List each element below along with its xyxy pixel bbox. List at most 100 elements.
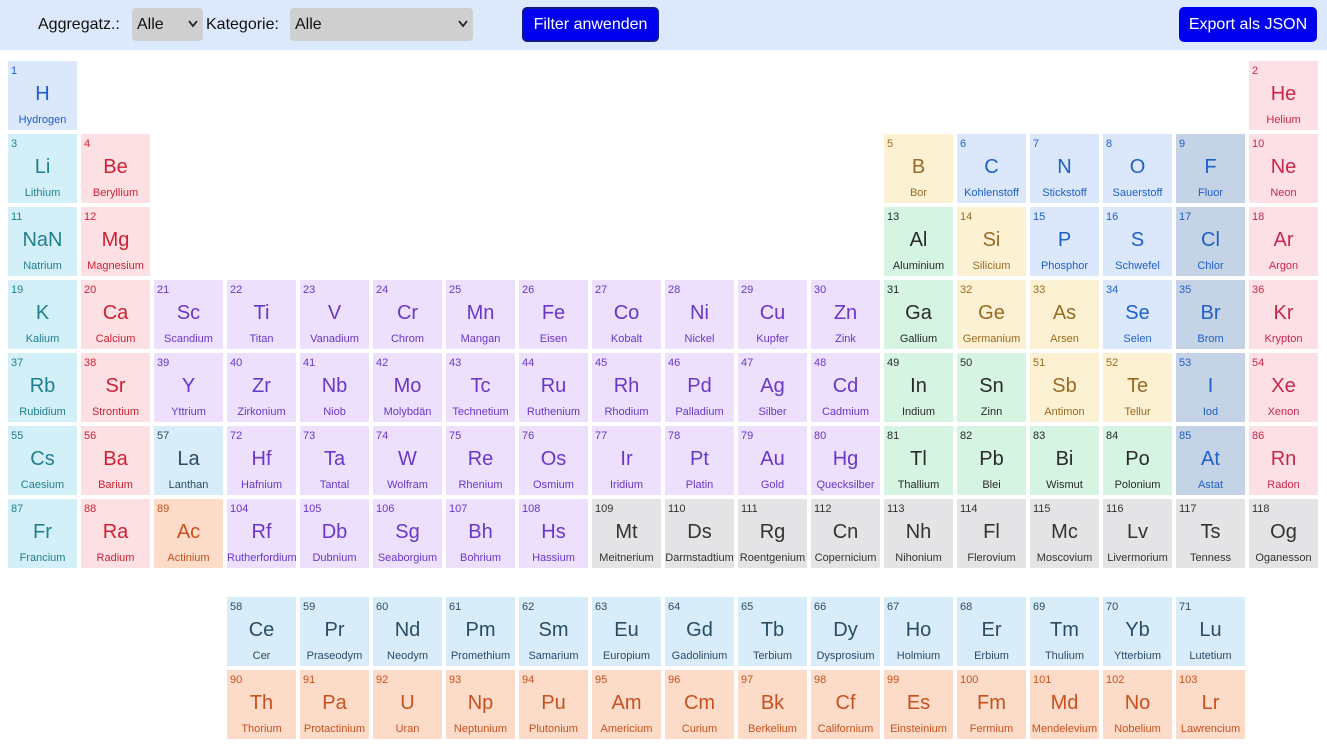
element-cell[interactable]: 74 W Wolfram xyxy=(373,426,442,495)
element-cell[interactable]: 4 Be Beryllium xyxy=(81,134,150,203)
element-cell[interactable]: 71 Lu Lutetium xyxy=(1176,597,1245,666)
element-cell[interactable]: 56 Ba Barium xyxy=(81,426,150,495)
element-cell[interactable]: 81 Tl Thallium xyxy=(884,426,953,495)
element-cell[interactable]: 58 Ce Cer xyxy=(227,597,296,666)
element-cell[interactable]: 83 Bi Wismut xyxy=(1030,426,1099,495)
element-cell[interactable]: 78 Pt Platin xyxy=(665,426,734,495)
element-cell[interactable]: 76 Os Osmium xyxy=(519,426,588,495)
element-cell[interactable]: 70 Yb Ytterbium xyxy=(1103,597,1172,666)
category-filter-select[interactable]: Alle xyxy=(290,8,473,41)
element-cell[interactable]: 109 Mt Meitnerium xyxy=(592,499,661,568)
element-cell[interactable]: 35 Br Brom xyxy=(1176,280,1245,349)
element-cell[interactable]: 69 Tm Thulium xyxy=(1030,597,1099,666)
element-cell[interactable]: 38 Sr Strontium xyxy=(81,353,150,422)
element-cell[interactable]: 100 Fm Fermium xyxy=(957,670,1026,739)
element-cell[interactable]: 12 Mg Magnesium xyxy=(81,207,150,276)
element-cell[interactable]: 68 Er Erbium xyxy=(957,597,1026,666)
element-cell[interactable]: 15 P Phosphor xyxy=(1030,207,1099,276)
element-cell[interactable]: 90 Th Thorium xyxy=(227,670,296,739)
element-cell[interactable]: 86 Rn Radon xyxy=(1249,426,1318,495)
element-cell[interactable]: 64 Gd Gadolinium xyxy=(665,597,734,666)
element-cell[interactable]: 103 Lr Lawrencium xyxy=(1176,670,1245,739)
element-cell[interactable]: 9 F Fluor xyxy=(1176,134,1245,203)
element-cell[interactable]: 98 Cf Californium xyxy=(811,670,880,739)
element-cell[interactable]: 22 Ti Titan xyxy=(227,280,296,349)
element-cell[interactable]: 57 La Lanthan xyxy=(154,426,223,495)
element-cell[interactable]: 43 Tc Technetium xyxy=(446,353,515,422)
element-cell[interactable]: 45 Rh Rhodium xyxy=(592,353,661,422)
element-cell[interactable]: 19 K Kalium xyxy=(8,280,77,349)
element-cell[interactable]: 95 Am Americium xyxy=(592,670,661,739)
element-cell[interactable]: 61 Pm Promethium xyxy=(446,597,515,666)
element-cell[interactable]: 111 Rg Roentgenium xyxy=(738,499,807,568)
element-cell[interactable]: 101 Md Mendelevium xyxy=(1030,670,1099,739)
element-cell[interactable]: 51 Sb Antimon xyxy=(1030,353,1099,422)
element-cell[interactable]: 66 Dy Dysprosium xyxy=(811,597,880,666)
element-cell[interactable]: 59 Pr Praseodym xyxy=(300,597,369,666)
element-cell[interactable]: 7 N Stickstoff xyxy=(1030,134,1099,203)
element-cell[interactable]: 31 Ga Gallium xyxy=(884,280,953,349)
element-cell[interactable]: 50 Sn Zinn xyxy=(957,353,1026,422)
export-json-button[interactable]: Export als JSON xyxy=(1179,7,1317,42)
element-cell[interactable]: 65 Tb Terbium xyxy=(738,597,807,666)
element-cell[interactable]: 92 U Uran xyxy=(373,670,442,739)
element-cell[interactable]: 96 Cm Curium xyxy=(665,670,734,739)
element-cell[interactable]: 75 Re Rhenium xyxy=(446,426,515,495)
state-filter-select[interactable]: Alle xyxy=(132,8,203,41)
element-cell[interactable]: 112 Cn Copernicium xyxy=(811,499,880,568)
element-cell[interactable]: 24 Cr Chrom xyxy=(373,280,442,349)
element-cell[interactable]: 105 Db Dubnium xyxy=(300,499,369,568)
element-cell[interactable]: 62 Sm Samarium xyxy=(519,597,588,666)
element-cell[interactable]: 99 Es Einsteinium xyxy=(884,670,953,739)
element-cell[interactable]: 63 Eu Europium xyxy=(592,597,661,666)
element-cell[interactable]: 93 Np Neptunium xyxy=(446,670,515,739)
element-cell[interactable]: 89 Ac Actinium xyxy=(154,499,223,568)
element-cell[interactable]: 73 Ta Tantal xyxy=(300,426,369,495)
element-cell[interactable]: 17 Cl Chlor xyxy=(1176,207,1245,276)
element-cell[interactable]: 104 Rf Rutherfordium xyxy=(227,499,296,568)
element-cell[interactable]: 3 Li Lithium xyxy=(8,134,77,203)
element-cell[interactable]: 13 Al Aluminium xyxy=(884,207,953,276)
element-cell[interactable]: 110 Ds Darmstadtium xyxy=(665,499,734,568)
element-cell[interactable]: 88 Ra Radium xyxy=(81,499,150,568)
element-cell[interactable]: 77 Ir Iridium xyxy=(592,426,661,495)
element-cell[interactable]: 40 Zr Zirkonium xyxy=(227,353,296,422)
element-cell[interactable]: 42 Mo Molybdän xyxy=(373,353,442,422)
element-cell[interactable]: 87 Fr Francium xyxy=(8,499,77,568)
element-cell[interactable]: 114 Fl Flerovium xyxy=(957,499,1026,568)
element-cell[interactable]: 14 Si Silicium xyxy=(957,207,1026,276)
element-cell[interactable]: 97 Bk Berkelium xyxy=(738,670,807,739)
element-cell[interactable]: 36 Kr Krypton xyxy=(1249,280,1318,349)
element-cell[interactable]: 79 Au Gold xyxy=(738,426,807,495)
element-cell[interactable]: 30 Zn Zink xyxy=(811,280,880,349)
element-cell[interactable]: 1 H Hydrogen xyxy=(8,61,77,130)
element-cell[interactable]: 26 Fe Eisen xyxy=(519,280,588,349)
element-cell[interactable]: 118 Og Oganesson xyxy=(1249,499,1318,568)
element-cell[interactable]: 53 I Iod xyxy=(1176,353,1245,422)
element-cell[interactable]: 49 In Indium xyxy=(884,353,953,422)
element-cell[interactable]: 116 Lv Livermorium xyxy=(1103,499,1172,568)
element-cell[interactable]: 82 Pb Blei xyxy=(957,426,1026,495)
element-cell[interactable]: 32 Ge Germanium xyxy=(957,280,1026,349)
element-cell[interactable]: 52 Te Tellur xyxy=(1103,353,1172,422)
element-cell[interactable]: 11 NaN Natrium xyxy=(8,207,77,276)
element-cell[interactable]: 91 Pa Protactinium xyxy=(300,670,369,739)
element-cell[interactable]: 41 Nb Niob xyxy=(300,353,369,422)
element-cell[interactable]: 28 Ni Nickel xyxy=(665,280,734,349)
element-cell[interactable]: 60 Nd Neodym xyxy=(373,597,442,666)
element-cell[interactable]: 23 V Vanadium xyxy=(300,280,369,349)
element-cell[interactable]: 20 Ca Calcium xyxy=(81,280,150,349)
element-cell[interactable]: 34 Se Selen xyxy=(1103,280,1172,349)
element-cell[interactable]: 2 He Helium xyxy=(1249,61,1318,130)
element-cell[interactable]: 67 Ho Holmium xyxy=(884,597,953,666)
element-cell[interactable]: 80 Hg Quecksilber xyxy=(811,426,880,495)
element-cell[interactable]: 47 Ag Silber xyxy=(738,353,807,422)
apply-filter-button[interactable]: Filter anwenden xyxy=(522,7,659,42)
element-cell[interactable]: 106 Sg Seaborgium xyxy=(373,499,442,568)
element-cell[interactable]: 18 Ar Argon xyxy=(1249,207,1318,276)
element-cell[interactable]: 27 Co Kobalt xyxy=(592,280,661,349)
element-cell[interactable]: 54 Xe Xenon xyxy=(1249,353,1318,422)
element-cell[interactable]: 29 Cu Kupfer xyxy=(738,280,807,349)
element-cell[interactable]: 102 No Nobelium xyxy=(1103,670,1172,739)
element-cell[interactable]: 16 S Schwefel xyxy=(1103,207,1172,276)
